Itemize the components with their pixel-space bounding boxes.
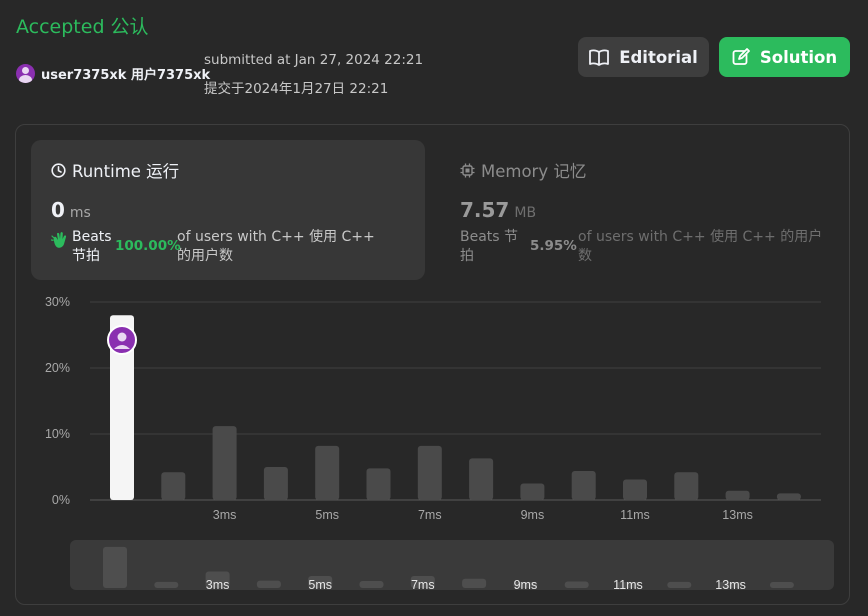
distribution-bar[interactable]: [212, 426, 237, 500]
overview-bar: [154, 581, 179, 588]
overview-tick-label: 13ms: [715, 578, 746, 592]
distribution-bar[interactable]: [623, 479, 647, 500]
overview-bar: [667, 581, 692, 588]
distribution-bar[interactable]: [725, 490, 750, 500]
distribution-bar[interactable]: [417, 445, 442, 500]
y-tick-label: 20%: [45, 361, 70, 375]
y-tick-label: 0%: [52, 493, 70, 507]
x-tick-label: 13ms: [722, 508, 753, 522]
distribution-bar[interactable]: [263, 467, 288, 500]
x-tick-label: 7ms: [418, 508, 442, 522]
overview-tick-label: 3ms: [206, 578, 230, 592]
overview-tick-label: 9ms: [514, 578, 538, 592]
your-submission-marker[interactable]: [107, 325, 137, 355]
y-tick-label: 30%: [45, 295, 70, 309]
distribution-bar[interactable]: [366, 468, 391, 500]
runtime-distribution-chart[interactable]: 0% 10% 20% 30% 3ms 5ms 7ms 9ms 11ms 13ms 3ms 5ms 7…: [0, 0, 868, 616]
distribution-bar[interactable]: [520, 483, 545, 501]
overview-bar: [462, 578, 487, 588]
overview-bar: [103, 546, 127, 588]
chart-overview-brush[interactable]: 3ms 5ms 7ms 9ms 11ms 13ms: [70, 540, 834, 592]
chart-grid: [90, 301, 821, 501]
overview-bar: [769, 582, 794, 588]
x-tick-label: 11ms: [620, 508, 650, 522]
chart-y-ticks: 0% 10% 20% 30%: [45, 295, 70, 507]
distribution-bar[interactable]: [571, 470, 596, 500]
overview-bar: [564, 581, 589, 588]
overview-bar: [256, 580, 281, 588]
overview-tick-label: 7ms: [411, 578, 435, 592]
distribution-bar[interactable]: [674, 472, 699, 500]
chart-bars[interactable]: [110, 315, 801, 500]
overview-bar: [359, 580, 384, 588]
user-avatar-head: [117, 332, 127, 342]
distribution-bar[interactable]: [776, 493, 801, 500]
distribution-bar[interactable]: [161, 472, 186, 500]
overview-tick-label: 11ms: [613, 578, 643, 592]
x-tick-label: 3ms: [213, 508, 237, 522]
distribution-bar[interactable]: [469, 458, 494, 500]
chart-x-ticks: 3ms 5ms 7ms 9ms 11ms 13ms: [213, 508, 753, 522]
overview-tick-label: 5ms: [308, 578, 332, 592]
x-tick-label: 9ms: [521, 508, 545, 522]
y-tick-label: 10%: [45, 427, 70, 441]
distribution-bar[interactable]: [315, 445, 340, 500]
x-tick-label: 5ms: [315, 508, 339, 522]
